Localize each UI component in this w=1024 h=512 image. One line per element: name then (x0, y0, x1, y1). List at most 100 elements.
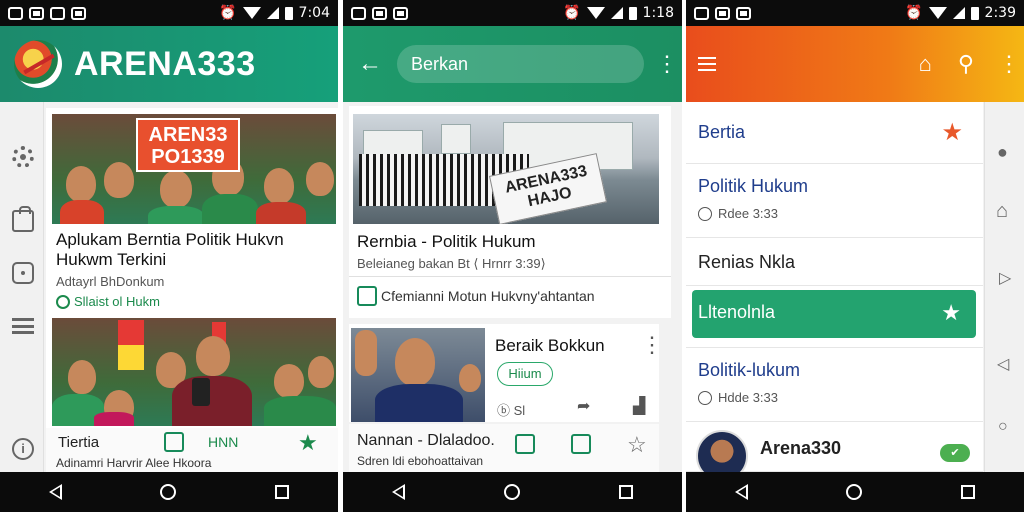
star-bookmark-icon[interactable]: ☆ (627, 434, 647, 456)
system-navigation-bar (343, 472, 682, 512)
play-icon[interactable]: ▷ (999, 268, 1011, 288)
news-title[interactable]: Nannan - Dlaladoo. (357, 432, 495, 450)
app-notification-icon (50, 6, 65, 20)
settings-icon[interactable] (12, 146, 34, 168)
status-bar: ⏰ 7:04 (0, 0, 338, 26)
star-icon[interactable]: ★ (941, 300, 961, 326)
news-title[interactable]: Beraik Bokkun (495, 336, 605, 356)
home-icon[interactable]: ⌂ (919, 51, 932, 77)
system-navigation-bar (686, 472, 1024, 512)
app-notification-icon (351, 6, 366, 20)
view-count: ⓑ Sl (497, 403, 526, 418)
send-icon[interactable]: ◁ (997, 354, 1009, 374)
home-icon[interactable] (846, 484, 863, 500)
footer-label: Tiertia (58, 434, 100, 451)
app-notification-icon (8, 6, 23, 20)
back-icon[interactable] (735, 484, 749, 500)
clock-icon (698, 206, 712, 221)
home-icon[interactable] (160, 484, 177, 500)
news-meta: Adtayrl BhDonkum (56, 274, 165, 289)
list-item[interactable]: Politik Hukum Rdee 3:33 (686, 164, 983, 238)
category-pill[interactable]: Hiium (497, 362, 553, 386)
list-item-meta: Hdde 3:33 (698, 390, 778, 405)
news-title[interactable]: Aplukam Berntia Politik Hukvn Hukwm Terk… (56, 230, 334, 270)
wifi-icon (586, 7, 605, 19)
verified-badge: ✔ (940, 444, 970, 462)
news-title[interactable]: Rernbia - Politik Hukum (357, 232, 536, 252)
wifi-icon (242, 7, 261, 19)
menu-icon[interactable] (698, 57, 716, 71)
list-item[interactable]: Renias Nkla (686, 238, 983, 286)
category-tag-label: Sllaist ol Hukm (74, 294, 160, 309)
list-item-title: Bertia (698, 122, 746, 142)
back-icon[interactable] (49, 484, 63, 500)
more-options-icon[interactable]: ⋮ (998, 53, 1020, 75)
list-item-title: Lltenolnla (698, 302, 776, 322)
share-icon[interactable] (515, 434, 535, 454)
tag-icon (56, 294, 70, 309)
side-navigation-rail: ● ⌂ ▷ ◁ ○ (984, 102, 1024, 472)
raised-fist (355, 330, 377, 376)
back-arrow-icon[interactable]: ← (355, 50, 385, 78)
lock-icon[interactable] (12, 262, 34, 284)
battery-icon (970, 6, 979, 20)
battery-icon (284, 6, 293, 20)
protest-sign: AREN33 PO1339 (136, 118, 240, 172)
home-icon[interactable] (503, 484, 520, 500)
circle-icon[interactable]: ○ (998, 418, 1008, 436)
status-time: 2:39 (984, 5, 1016, 21)
back-icon[interactable] (392, 484, 406, 500)
bookmark-icon[interactable]: ▟ (633, 396, 645, 416)
list-icon[interactable] (12, 318, 34, 334)
news-footer[interactable]: Cfemianni Motun Hukvny'ahtantan (357, 286, 595, 306)
home-icon[interactable]: ⌂ (996, 200, 1008, 223)
recents-icon[interactable] (274, 485, 289, 499)
news-meta: Beleianeg bakan Bt ⟨ Hrnrr 3:39⟩ (357, 256, 546, 271)
image-notification-icon (736, 6, 751, 20)
status-bar: ⏰ 1:18 (343, 0, 682, 26)
status-bar: ⏰ 2:39 (686, 0, 1024, 26)
app-bar: ← Berkan ⋮ (343, 26, 682, 102)
recents-icon[interactable] (618, 485, 633, 499)
news-card[interactable]: AREN33 PO1339 Aplukam Berntia Politik Hu… (46, 108, 338, 316)
clock-icon (698, 390, 712, 405)
list-item[interactable]: Bertia ★ (686, 102, 983, 164)
list-item[interactable]: Bolitik-lukum Hdde 3:33 (686, 348, 983, 422)
shopping-bag-icon[interactable] (12, 206, 34, 232)
news-card[interactable] (46, 316, 338, 428)
footer-subtext: Adinamri Harvrir Alee Hkoora (56, 456, 212, 470)
image-notification-icon (71, 6, 86, 20)
news-photo (52, 318, 336, 426)
footer-strip: Tiertia HNN ★ Adinamri Harvrir Alee Hkoo… (46, 428, 338, 472)
star-bookmark-icon[interactable]: ★ (298, 432, 318, 454)
signal-icon (952, 7, 965, 19)
info-icon[interactable]: i (12, 438, 34, 460)
brand-title: ARENA333 (74, 44, 256, 83)
share-icon[interactable] (164, 432, 184, 452)
star-icon[interactable]: ★ (941, 118, 963, 147)
side-navigation-rail: i (0, 102, 44, 472)
list-item[interactable]: Arena330 ✔ (686, 422, 983, 482)
more-options-icon[interactable]: ⋮ (641, 334, 663, 356)
list-item-title: Renias Nkla (698, 252, 796, 272)
alarm-icon: ⏰ (905, 5, 923, 21)
category-tag[interactable]: Sllaist ol Hukm (56, 294, 160, 309)
image-notification-icon (393, 6, 408, 20)
news-photo: ARENA333 HAJO (353, 114, 659, 224)
footer-tag[interactable]: HNN (208, 434, 238, 450)
news-meta: Sdren ldi ebohoattaivan (357, 454, 484, 468)
user-icon[interactable]: ● (997, 142, 1008, 163)
list-item-title: Bolitik-lukum (698, 360, 801, 380)
more-options-icon[interactable]: ⋮ (656, 53, 678, 75)
news-photo (351, 328, 485, 422)
search-icon[interactable]: ⚲ (958, 51, 974, 77)
app-bar: ⌂ ⚲ ⋮ (686, 26, 1024, 102)
news-card[interactable]: Nannan - Dlaladoo. Sdren ldi ebohoattaiv… (349, 424, 659, 472)
share-icon[interactable]: ➦ (577, 396, 590, 416)
recents-icon[interactable] (960, 485, 975, 499)
news-card[interactable]: ARENA333 HAJO Rernbia - Politik Hukum Be… (349, 106, 671, 318)
save-icon[interactable] (571, 434, 591, 454)
search-input[interactable]: Berkan (397, 45, 644, 83)
news-card[interactable]: Beraik Bokkun ⋮ Hiium ⓑ Sl ➦ ▟ (349, 324, 663, 422)
list-item-selected[interactable]: Lltenolnla ★ (686, 286, 983, 348)
